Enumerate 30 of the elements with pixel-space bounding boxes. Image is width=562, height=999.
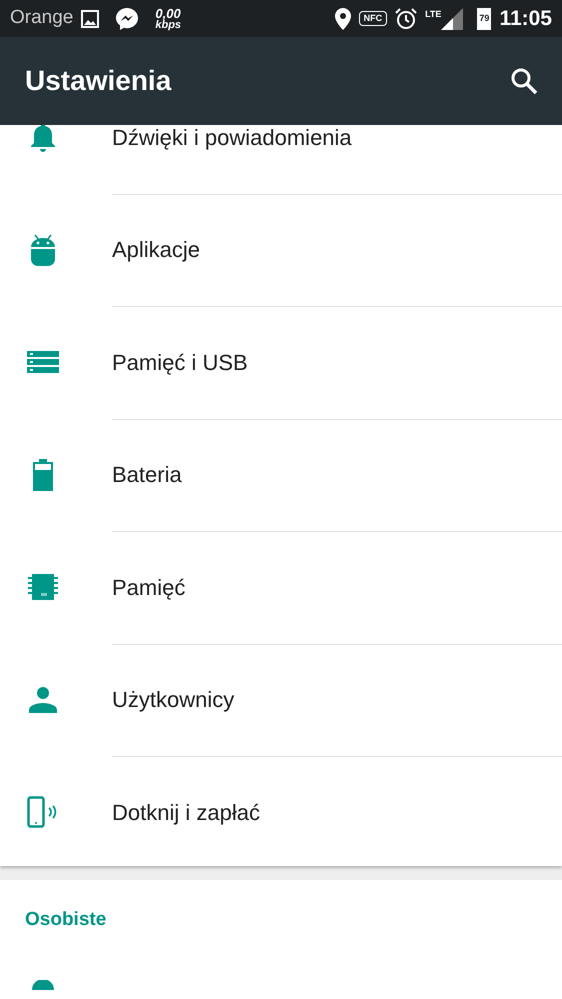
bell-icon [29, 125, 57, 154]
battery-icon [33, 458, 53, 491]
settings-item[interactable]: Dotknij i zapłać [112, 796, 260, 829]
settings-item[interactable]: Użytkownicy [112, 683, 234, 716]
person-icon [29, 686, 57, 713]
network-type: LTE [425, 8, 442, 20]
location-pin-icon [334, 8, 351, 30]
alarm-icon [395, 8, 418, 30]
android-icon [30, 232, 56, 267]
clock: 11:05 [499, 6, 552, 32]
signal-icon [441, 8, 464, 30]
image-icon [81, 10, 100, 28]
nfc-indicator: NFC [358, 10, 388, 26]
settings-item[interactable]: Pamięć [112, 570, 186, 604]
speed-value: 0,00 [155, 6, 182, 20]
settings-item[interactable]: Pamięć i USB [112, 346, 248, 379]
section-header: Osobiste [25, 909, 106, 930]
search-button[interactable] [510, 67, 538, 95]
messenger-icon [115, 6, 140, 30]
location-icon [32, 980, 54, 990]
settings-item[interactable]: Dźwięki i powiadomienia [112, 125, 352, 154]
storage-icon [27, 351, 59, 374]
settings-item[interactable]: Bateria [112, 458, 182, 492]
speed-unit: kbps [155, 20, 182, 30]
phone-signal-icon [27, 796, 59, 828]
battery-indicator: 79 [477, 8, 492, 30]
chip-icon [28, 574, 58, 600]
settings-item[interactable]: Aplikacje [112, 233, 200, 266]
toolbar-title: Ustawienia [25, 64, 172, 98]
carrier-name: Orange [10, 6, 74, 30]
